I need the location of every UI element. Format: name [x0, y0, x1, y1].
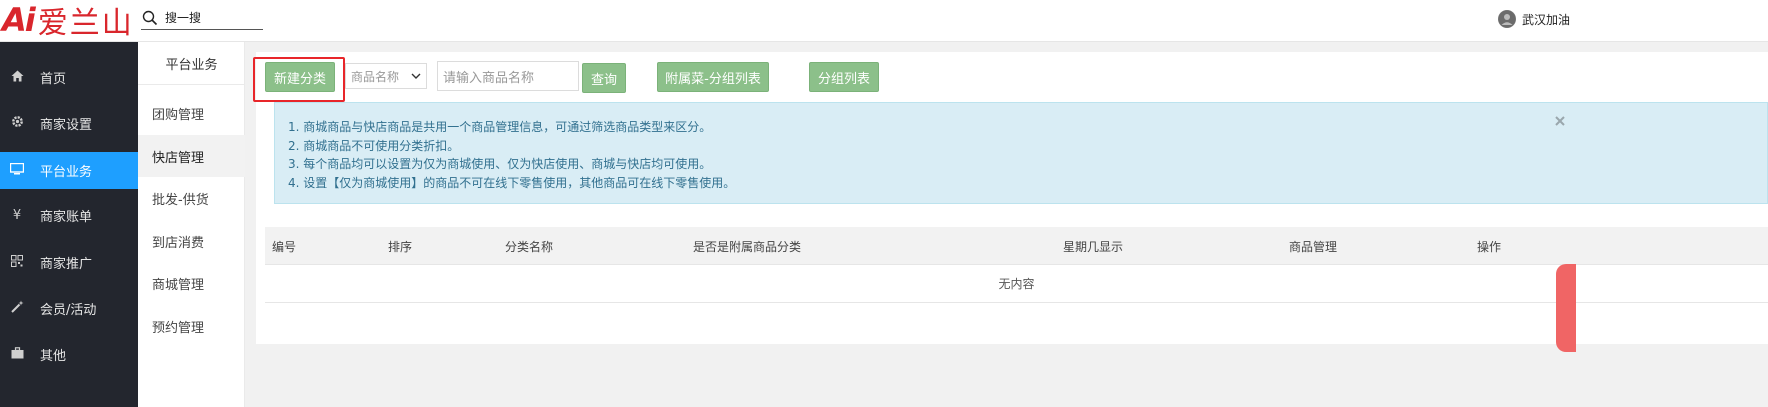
input-placeholder: 请输入商品名称	[443, 70, 535, 86]
chevron-down-icon	[410, 70, 422, 82]
sidebar-item-label: 其他	[40, 349, 67, 364]
home-icon	[9, 70, 25, 86]
column-header-is-attached[interactable]: 是否是附属商品分类	[693, 227, 801, 265]
logo-cn-text: 爱兰山	[37, 6, 134, 41]
subnav-item-group-buy[interactable]: 团购管理	[138, 92, 245, 134]
sidebar-item-label: 会员/活动	[40, 303, 97, 318]
column-header-actions[interactable]: 操作	[1477, 227, 1501, 265]
empty-table-row: 无内容	[265, 265, 1768, 303]
sidebar-item-label: 平台业务	[40, 165, 93, 180]
notice-line: 2. 商城商品不可使用分类折扣。	[288, 138, 460, 153]
sidebar-item-label: 商家推广	[40, 257, 93, 272]
sidebar-item-merchant-promotion[interactable]: 商家推广	[0, 244, 138, 281]
user-menu[interactable]: 武汉加油	[1498, 10, 1570, 28]
notice-line: 4. 设置【仅为商城使用】的商品不可在线下零售使用，其他商品可在线下零售使用。	[288, 175, 736, 190]
user-name: 武汉加油	[1522, 12, 1571, 27]
column-header-sort[interactable]: 排序	[388, 227, 412, 265]
column-header-weekday[interactable]: 星期几显示	[1063, 227, 1123, 265]
search-label: 搜一搜	[165, 11, 202, 25]
subnav-item-wholesale[interactable]: 批发-供货	[138, 177, 245, 219]
sidebar: 首页 商家设置 平台业务 ¥ 商家账单 商家推广 会员/活动 其他	[0, 42, 138, 407]
select-value: 商品名称	[351, 69, 400, 84]
notice-list: 1. 商城商品与快店商品是共用一个商品管理信息，可通过筛选商品类型来区分。 2.…	[288, 118, 735, 192]
sidebar-item-other[interactable]: 其他	[0, 336, 138, 373]
gear-icon	[9, 115, 25, 132]
sidebar-item-merchant-settings[interactable]: 商家设置	[0, 105, 138, 142]
search-box[interactable]: 搜一搜	[141, 6, 263, 30]
monitor-icon	[9, 162, 25, 179]
subnav-title: 平台业务	[138, 42, 245, 85]
group-list-button[interactable]: 分组列表	[809, 62, 879, 92]
sidebar-item-member-activity[interactable]: 会员/活动	[0, 290, 138, 327]
sidebar-item-label: 商家账单	[40, 210, 93, 225]
notice-line: 1. 商城商品与快店商品是共用一个商品管理信息，可通过筛选商品类型来区分。	[288, 120, 712, 134]
sidebar-item-label: 首页	[40, 72, 67, 87]
subnav-item-in-store[interactable]: 到店消费	[138, 220, 245, 262]
brand-logo[interactable]: Ai 爱兰山	[2, 1, 134, 41]
search-field-select[interactable]: 商品名称	[345, 63, 427, 89]
sidebar-item-label: 商家设置	[40, 118, 93, 133]
table-header: 编号 排序 分类名称 是否是附属商品分类 星期几显示 商品管理 操作	[265, 227, 1768, 265]
column-header-product-management[interactable]: 商品管理	[1289, 227, 1337, 265]
avatar	[1498, 10, 1516, 28]
subnav-item-mall[interactable]: 商城管理	[138, 262, 245, 304]
sidebar-item-merchant-bill[interactable]: ¥ 商家账单	[0, 197, 138, 234]
notice-line: 3. 每个商品均可以设置为仅为商城使用、仅为快店使用、商城与快店均可使用。	[288, 157, 712, 171]
magic-wand-icon	[9, 300, 25, 317]
new-category-button[interactable]: 新建分类	[265, 62, 335, 92]
sidebar-item-home[interactable]: 首页	[0, 59, 138, 96]
subnav-item-quick-store[interactable]: 快店管理	[138, 135, 245, 177]
info-notice: 1. 商城商品与快店商品是共用一个商品管理信息，可通过筛选商品类型来区分。 2.…	[274, 102, 1768, 204]
subnav-item-reservation[interactable]: 预约管理	[138, 305, 245, 347]
logo-ai-text: Ai	[2, 1, 36, 39]
sidebar-item-platform-business[interactable]: 平台业务	[0, 152, 138, 189]
briefcase-icon	[9, 346, 25, 363]
attached-group-list-button[interactable]: 附属菜-分组列表	[657, 62, 769, 92]
column-header-id[interactable]: 编号	[272, 227, 296, 265]
qrcode-icon	[9, 254, 25, 271]
product-name-input[interactable]: 请输入商品名称	[437, 61, 579, 91]
close-icon[interactable]	[1554, 115, 1566, 127]
query-button[interactable]: 查询	[582, 63, 626, 93]
sub-navigation: 平台业务 团购管理 快店管理 批发-供货 到店消费 商城管理 预约管理	[138, 42, 245, 407]
yen-icon: ¥	[12, 208, 22, 223]
floating-side-tab[interactable]	[1556, 264, 1576, 352]
search-icon[interactable]	[141, 9, 159, 27]
column-header-category-name[interactable]: 分类名称	[505, 227, 553, 265]
top-header: Ai 爱兰山 搜一搜 武汉加油	[0, 0, 1768, 42]
